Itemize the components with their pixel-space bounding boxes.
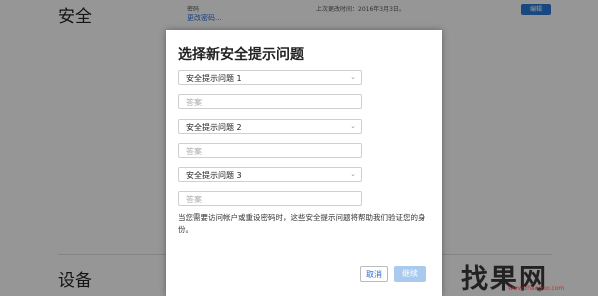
answer-1-placeholder: 答案 xyxy=(186,98,202,107)
answer-2-input[interactable]: 答案 xyxy=(178,143,362,158)
question-2-label: 安全提示问题 2 xyxy=(186,123,242,132)
chevron-down-icon: ⌄ xyxy=(350,73,356,81)
chevron-down-icon: ⌄ xyxy=(350,122,356,130)
question-1-select[interactable]: 安全提示问题 1 ⌄ xyxy=(178,70,362,85)
answer-2-placeholder: 答案 xyxy=(186,147,202,156)
answer-1-input[interactable]: 答案 xyxy=(178,94,362,109)
answer-3-placeholder: 答案 xyxy=(186,195,202,204)
question-2-select[interactable]: 安全提示问题 2 ⌄ xyxy=(178,119,362,134)
security-questions-dialog: 选择新安全提示问题 安全提示问题 1 ⌄ 答案 安全提示问题 2 ⌄ 答案 安全… xyxy=(166,30,442,296)
question-3-label: 安全提示问题 3 xyxy=(186,171,242,180)
dialog-title: 选择新安全提示问题 xyxy=(178,47,304,63)
question-1-label: 安全提示问题 1 xyxy=(186,74,242,83)
continue-button[interactable]: 继续 xyxy=(394,266,426,282)
help-text: 当您需要访问帐户或重设密码时，这些安全提示问题将帮助我们验证您的身份。 xyxy=(178,213,426,234)
chevron-down-icon: ⌄ xyxy=(350,170,356,178)
answer-3-input[interactable]: 答案 xyxy=(178,191,362,206)
site-watermark-url: www.zhaoguo.com xyxy=(508,285,565,292)
cancel-button[interactable]: 取消 xyxy=(360,266,388,282)
question-3-select[interactable]: 安全提示问题 3 ⌄ xyxy=(178,167,362,182)
